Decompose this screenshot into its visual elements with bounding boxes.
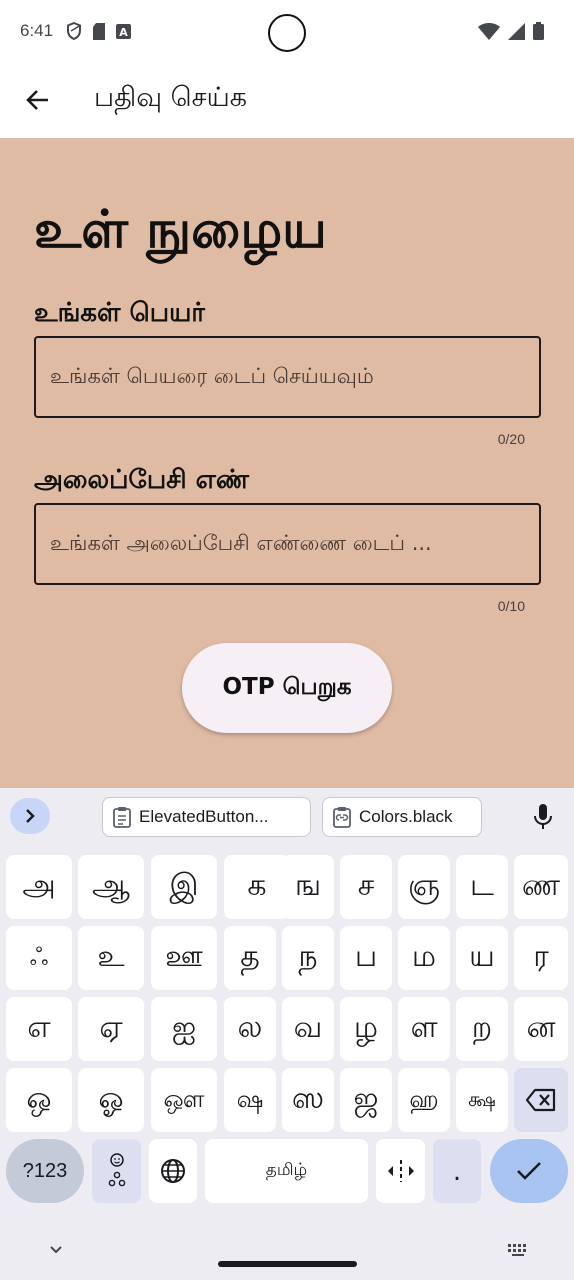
key[interactable]: ஔ: [151, 1068, 217, 1132]
key[interactable]: ஃ: [6, 926, 72, 990]
key[interactable]: அ: [6, 855, 72, 919]
key[interactable]: ஏ: [78, 997, 144, 1061]
clipboard-chip-1[interactable]: ElevatedButton...: [102, 797, 311, 837]
space-key[interactable]: தமிழ்: [205, 1139, 368, 1203]
key[interactable]: ஒ: [6, 1068, 72, 1132]
done-key[interactable]: [490, 1139, 568, 1203]
globe-icon: [161, 1159, 185, 1183]
key[interactable]: ப: [340, 926, 392, 990]
key[interactable]: ஊ: [151, 926, 217, 990]
name-field[interactable]: உங்கள் பெயரை டைப் செய்யவும்: [34, 336, 541, 418]
key[interactable]: ஐ: [151, 997, 217, 1061]
key[interactable]: ம: [398, 926, 450, 990]
name-counter: 0/20: [497, 431, 525, 447]
camera-cutout: [268, 14, 306, 52]
key[interactable]: ட: [456, 855, 508, 919]
form-heading: உள் நுழைய: [34, 200, 327, 260]
key[interactable]: ழ: [340, 997, 392, 1061]
key[interactable]: வ: [282, 997, 334, 1061]
keyboard-switcher-button[interactable]: [506, 1238, 530, 1262]
key[interactable]: ற: [456, 997, 508, 1061]
key[interactable]: ஞ: [398, 855, 450, 919]
key[interactable]: ச: [340, 855, 392, 919]
key[interactable]: ங: [282, 855, 334, 919]
key[interactable]: த: [224, 926, 276, 990]
status-time: 6:41: [20, 21, 54, 40]
svg-text:A: A: [119, 26, 128, 39]
key[interactable]: ள: [398, 997, 450, 1061]
shield-icon: [67, 22, 81, 40]
hide-keyboard-button[interactable]: [44, 1238, 68, 1262]
key[interactable]: உ: [78, 926, 144, 990]
app-bar: பதிவு செய்க: [0, 64, 574, 138]
key[interactable]: ஜ: [340, 1068, 392, 1132]
chevron-down-icon: [50, 1246, 62, 1254]
backspace-key[interactable]: [514, 1068, 568, 1132]
expand-toolbar-button[interactable]: [10, 798, 50, 834]
wifi-icon: [478, 22, 500, 40]
symbols-key[interactable]: ?123: [6, 1139, 84, 1203]
phone-field[interactable]: உங்கள் அலைப்பேசி எண்ணை டைப் ...: [34, 503, 541, 585]
status-icons-left: A: [66, 22, 131, 40]
check-icon: [517, 1162, 541, 1180]
clipboard-icon: [113, 807, 131, 828]
clipboard-link-icon: [333, 807, 351, 828]
cursor-move-icon: [387, 1160, 414, 1182]
back-button[interactable]: [16, 78, 60, 122]
key[interactable]: க: [224, 855, 290, 919]
keyboard: ElevatedButton... Colors.black அ ஆ இ க ங…: [0, 788, 574, 1280]
status-bar: 6:41 A: [0, 0, 574, 64]
signal-icon: [508, 22, 525, 40]
language-key[interactable]: [149, 1139, 197, 1203]
key[interactable]: ண: [514, 855, 568, 919]
key[interactable]: ல: [224, 997, 276, 1061]
key[interactable]: ன: [514, 997, 568, 1061]
key[interactable]: ஓ: [78, 1068, 144, 1132]
cursor-control-key[interactable]: [376, 1139, 425, 1203]
get-otp-button[interactable]: OTP பெறுக: [182, 643, 392, 733]
key[interactable]: ஹ: [398, 1068, 450, 1132]
battery-icon: [533, 22, 544, 40]
suggestion-strip: ElevatedButton... Colors.black: [0, 788, 574, 848]
key[interactable]: ஷ: [224, 1068, 276, 1132]
phone-counter: 0/10: [497, 598, 525, 614]
name-label: உங்கள் பெயர்: [34, 298, 205, 328]
key[interactable]: ஆ: [78, 855, 144, 919]
sd-card-icon: [93, 22, 105, 40]
backspace-icon: [525, 1088, 556, 1112]
name-placeholder: உங்கள் பெயரை டைப் செய்யவும்: [50, 363, 374, 388]
emoji-icon: [108, 1153, 125, 1187]
phone-label: அலைப்பேசி எண்: [34, 465, 250, 495]
period-key[interactable]: .: [433, 1139, 481, 1203]
clipboard-chip-2[interactable]: Colors.black: [322, 797, 482, 837]
key[interactable]: இ: [151, 855, 217, 919]
key[interactable]: ய: [456, 926, 508, 990]
chevron-right-icon: [26, 809, 35, 823]
mic-icon: [534, 804, 552, 829]
keyboard-icon: [508, 1244, 526, 1256]
clipboard-chip-2-text: Colors.black: [359, 807, 453, 826]
phone-placeholder: உங்கள் அலைப்பேசி எண்ணை டைப் ...: [50, 530, 432, 555]
navigation-bar: [0, 1218, 574, 1280]
page-title: பதிவு செய்க: [94, 82, 248, 113]
key[interactable]: ந: [282, 926, 334, 990]
status-icons-right: [478, 22, 544, 40]
login-form: உள் நுழைய உங்கள் பெயர் உங்கள் பெயரை டைப்…: [0, 138, 574, 788]
arrow-left-icon: [26, 90, 48, 110]
key[interactable]: ஸ: [282, 1068, 334, 1132]
key[interactable]: க்ஷ: [456, 1068, 508, 1132]
voice-input-button[interactable]: [528, 800, 558, 834]
key[interactable]: எ: [6, 997, 72, 1061]
gesture-handle[interactable]: [218, 1261, 357, 1267]
emoji-key[interactable]: [92, 1139, 141, 1203]
clipboard-chip-1-text: ElevatedButton...: [139, 807, 269, 826]
a-icon: A: [116, 23, 131, 39]
key[interactable]: ர: [514, 926, 568, 990]
